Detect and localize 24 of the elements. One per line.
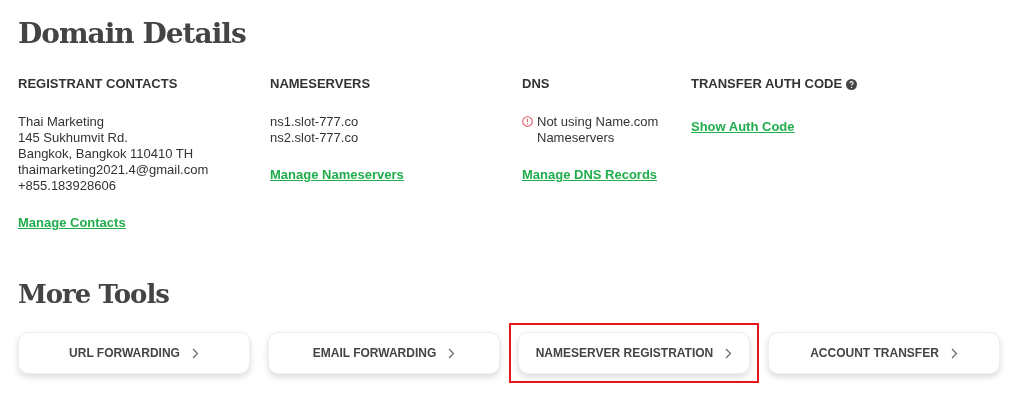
warning-icon [522, 116, 533, 127]
detail-text: Bangkok, Bangkok 110410 TH [18, 146, 195, 162]
detail-text: ns2.slot-777.co [270, 130, 360, 146]
page-title: Domain Details [18, 16, 247, 52]
detail-text: ns1.slot-777.co [270, 114, 360, 130]
chevron-right-icon [191, 347, 199, 359]
section-title: More Tools [18, 278, 170, 311]
tool-button[interactable]: ACCOUNT TRANSFER [768, 332, 1000, 374]
section-heading: DNS [522, 75, 550, 94]
section-heading: TRANSFER AUTH CODE [691, 75, 843, 94]
chevron-right-icon [950, 347, 958, 359]
chevron-right-icon [448, 347, 456, 359]
help-icon [846, 78, 858, 90]
detail-text: Thai Marketing [18, 114, 105, 130]
section-heading: NAMESERVERS [270, 75, 371, 94]
tool-button[interactable]: URL FORWARDING [18, 332, 250, 374]
section-heading: REGISTRANT CONTACTS [18, 75, 178, 94]
dns-status-text: Not using Name.com Nameservers [537, 114, 660, 146]
tool-button[interactable]: NAMESERVER REGISTRATION [518, 332, 750, 374]
chevron-right-icon [725, 347, 733, 359]
detail-text: +855.183928606 [18, 178, 117, 194]
detail-text: thaimarketing2021.4@gmail.com [18, 162, 210, 178]
tool-button[interactable]: EMAIL FORWARDING [268, 332, 500, 374]
detail-text: 145 Sukhumvit Rd. [18, 130, 129, 146]
